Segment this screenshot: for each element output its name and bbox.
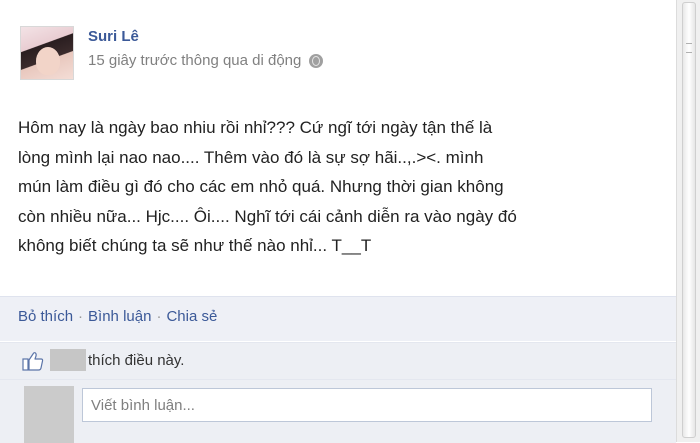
post-body-line: mún làm điều gì đó cho các em nhỏ quá. N… [18, 177, 504, 197]
liker-name-redacted[interactable] [50, 349, 86, 371]
post-body-line: không biết chúng ta sẽ như thế nào nhỉ..… [18, 236, 372, 256]
comment-row [0, 379, 676, 443]
scrollbar-grip-icon [686, 43, 692, 53]
author-avatar[interactable] [20, 26, 74, 80]
commenter-avatar [24, 386, 74, 443]
share-link[interactable]: Chia sẻ [166, 308, 217, 325]
author-name[interactable]: Suri Lê [88, 28, 139, 45]
vertical-scrollbar[interactable] [676, 0, 700, 442]
action-separator: · [156, 308, 162, 325]
post-body: Hôm nay là ngày bao nhiu rồi nhỉ??? Cứ n… [18, 113, 658, 261]
scrollbar-thumb[interactable] [682, 2, 696, 438]
globe-icon[interactable] [309, 53, 324, 68]
post-body-line: lòng mình lại nao nao.... Thêm vào đó là… [18, 147, 484, 167]
post-actions-bar: Bỏ thích · Bình luận · Chia sẻ [0, 296, 676, 341]
likes-row: thích điều này. [0, 342, 676, 379]
thumbs-up-icon [22, 352, 44, 371]
post-actions: Bỏ thích · Bình luận · Chia sẻ [18, 308, 217, 325]
post-header: Suri Lê 15 giây trước thông qua di động [0, 0, 676, 90]
likes-text: thích điều này. [88, 352, 185, 369]
post-body-line: Hôm nay là ngày bao nhiu rồi nhỉ??? Cứ n… [18, 118, 493, 137]
post-timestamp[interactable]: 15 giây trước thông qua di động [88, 52, 301, 69]
comment-link[interactable]: Bình luận [88, 308, 151, 325]
post-meta: 15 giây trước thông qua di động [88, 52, 324, 69]
unlike-link[interactable]: Bỏ thích [18, 308, 73, 325]
post-body-line: còn nhiều nữa... Hjc.... Ôi.... Nghĩ tới… [18, 206, 517, 226]
action-separator: · [78, 308, 84, 325]
comment-input[interactable] [82, 388, 652, 422]
